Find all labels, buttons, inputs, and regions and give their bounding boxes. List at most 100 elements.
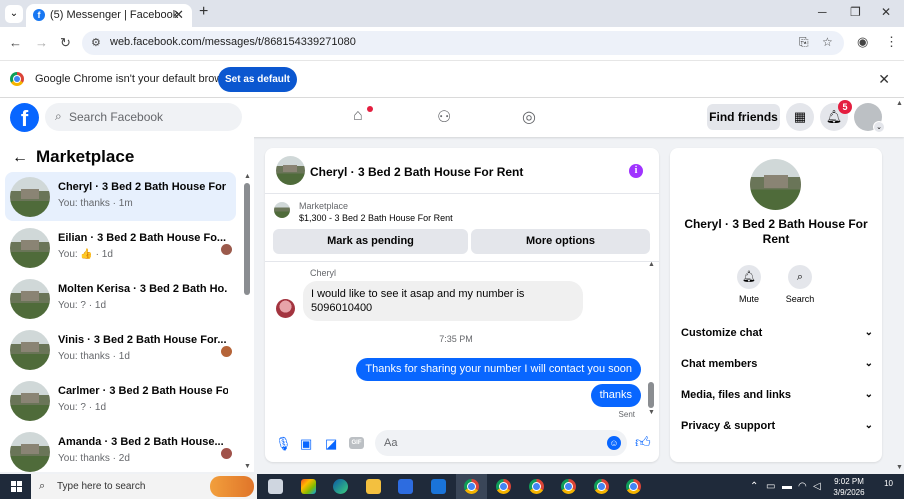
chrome-icon[interactable]	[594, 479, 609, 494]
scroll-up-arrow[interactable]: ▲	[648, 261, 655, 268]
mail-icon[interactable]	[431, 479, 446, 494]
conversation-panel: Cheryl · 3 Bed 2 Bath House For Rent i M…	[265, 148, 659, 462]
scroll-down-arrow[interactable]: ▼	[648, 409, 655, 416]
new-tab-button[interactable]: +	[199, 3, 208, 21]
chrome-icon[interactable]	[561, 479, 576, 494]
listing-thumbnail[interactable]	[276, 156, 305, 185]
volume-icon[interactable]: ◁	[813, 481, 821, 492]
reload-button[interactable]: ↻	[60, 35, 71, 51]
tray-app-icon[interactable]: ▭	[766, 481, 775, 492]
url-text[interactable]: web.facebook.com/messages/t/868154339271…	[110, 36, 356, 48]
gif-icon[interactable]: GIF	[349, 437, 364, 449]
infobar-close-icon[interactable]: ✕	[878, 71, 890, 88]
chat-item-vinis[interactable]: Vinis · 3 Bed 2 Bath House For... You: t…	[5, 325, 236, 374]
thumbs-up-icon[interactable]: 👍︎	[635, 434, 651, 452]
sender-avatar[interactable]	[276, 299, 295, 318]
chat-name: Vinis · 3 Bed 2 Bath House For...	[58, 334, 227, 346]
taskbar-clock[interactable]: 9:02 PM 3/9/2026	[826, 476, 872, 498]
windows-taskbar: ⌕ Type here to search ⌃ ▭ ▬ ◠ ◁ 9:02 PM …	[0, 474, 904, 499]
forward-button[interactable]: →	[35, 35, 48, 50]
media-files-links-row[interactable]: Media, files and links ⌄	[681, 389, 873, 409]
browser-toolbar: ← → ↻ ⚙ web.facebook.com/messages/t/8681…	[0, 27, 904, 60]
chrome-menu-icon[interactable]: ⋮	[885, 34, 898, 50]
thread-scrollbar[interactable]	[648, 382, 654, 408]
chat-item-carlmer[interactable]: Carlmer · 3 Bed 2 Bath House Fo... You: …	[5, 376, 236, 425]
account-avatar[interactable]: ⌄	[854, 103, 885, 133]
facebook-logo-icon[interactable]: f	[10, 103, 39, 132]
listing-price[interactable]: $1,300 - 3 Bed 2 Bath House For Rent	[299, 213, 453, 223]
chrome-icon[interactable]	[496, 479, 511, 494]
set-as-default-button[interactable]: Set as default	[218, 67, 297, 92]
search-icon: ⌕	[788, 265, 812, 289]
chat-name: Amanda · 3 Bed 2 Bath House...	[58, 436, 224, 448]
chat-item-molten-kerisa[interactable]: Molten Kerisa · 3 Bed 2 Bath Ho... You: …	[5, 274, 236, 323]
chat-item-eilian[interactable]: Eilian · 3 Bed 2 Bath House Fo... You: 👍…	[5, 223, 236, 272]
friends-icon[interactable]: ⚇	[437, 107, 451, 127]
chrome-icon[interactable]	[529, 479, 544, 494]
task-view-icon[interactable]	[268, 479, 283, 494]
address-bar[interactable]: ⚙ web.facebook.com/messages/t/8681543392…	[82, 31, 844, 55]
listing-label: Marketplace	[299, 201, 349, 211]
privacy-support-row[interactable]: Privacy & support ⌄	[681, 420, 873, 440]
windows-start-icon[interactable]	[11, 481, 22, 492]
chat-name: Cheryl · 3 Bed 2 Bath House For ...	[58, 181, 228, 193]
chat-members-row[interactable]: Chat members ⌄	[681, 358, 873, 378]
bookmark-star-icon[interactable]: ☆	[822, 35, 833, 49]
notification-center-button[interactable]: 10	[877, 479, 893, 493]
customize-chat-row[interactable]: Customize chat ⌄	[681, 327, 873, 347]
scroll-down-arrow[interactable]: ▼	[244, 463, 251, 470]
home-icon[interactable]: ⌂	[353, 107, 363, 125]
browser-tab-messenger[interactable]: f (5) Messenger | Facebook ✕	[26, 4, 192, 27]
find-friends-button[interactable]: Find friends	[707, 104, 780, 130]
listing-photo[interactable]	[750, 159, 801, 210]
minimize-button[interactable]: ─	[818, 5, 827, 19]
chat-list-scrollbar[interactable]	[244, 183, 250, 295]
wifi-icon[interactable]: ◠	[798, 481, 807, 492]
facebook-search-input[interactable]: ⌕ Search Facebook	[45, 103, 242, 131]
groups-icon[interactable]: ◎	[522, 107, 536, 127]
search-conversation-button[interactable]: ⌕ Search	[780, 265, 820, 304]
chat-item-cheryl[interactable]: Cheryl · 3 Bed 2 Bath House For ... You:…	[5, 172, 236, 221]
edge-icon[interactable]	[333, 479, 348, 494]
tab-title: (5) Messenger | Facebook	[50, 9, 179, 21]
mute-button[interactable]: 🔔︎ Mute	[729, 265, 769, 304]
sticker-icon[interactable]: ◪	[325, 436, 337, 452]
menu-grid-icon[interactable]: ▦	[786, 103, 814, 131]
search-highlight-image[interactable]	[210, 476, 254, 497]
info-icon[interactable]: i	[629, 164, 643, 178]
profile-icon[interactable]: ◉	[857, 34, 868, 50]
mark-as-pending-button[interactable]: Mark as pending	[273, 229, 468, 254]
chevron-down-icon: ⌄	[864, 389, 873, 400]
tab-close-icon[interactable]: ✕	[173, 7, 184, 23]
install-app-icon[interactable]: ⎘	[799, 35, 809, 50]
photo-icon[interactable]: ▣	[300, 436, 312, 452]
chrome-icon[interactable]	[626, 479, 641, 494]
microphone-icon[interactable]: 🎙︎	[275, 436, 292, 452]
conversation-title[interactable]: Cheryl · 3 Bed 2 Bath House For Rent	[310, 165, 523, 179]
show-hidden-icons[interactable]: ⌃	[750, 481, 758, 492]
battery-icon[interactable]: ▬	[782, 481, 792, 492]
page-scroll-up-arrow[interactable]: ▲	[896, 100, 903, 107]
seen-avatar	[221, 244, 232, 255]
message-input[interactable]: Aa ☺	[375, 430, 627, 456]
site-info-icon[interactable]: ⚙	[91, 36, 101, 49]
section-label: Media, files and links	[681, 389, 792, 401]
back-button[interactable]: ←	[9, 35, 22, 50]
store-icon[interactable]	[398, 479, 413, 494]
page-scroll-down-arrow[interactable]: ▼	[896, 464, 903, 471]
facebook-favicon-icon: f	[33, 9, 45, 21]
copilot-icon[interactable]	[301, 479, 316, 494]
window-close-button[interactable]: ✕	[881, 5, 891, 19]
chat-name: Eilian · 3 Bed 2 Bath House Fo...	[58, 232, 227, 244]
search-icon: ⌕	[39, 480, 46, 492]
back-arrow-icon[interactable]: ←	[12, 149, 28, 166]
emoji-icon[interactable]: ☺	[607, 436, 621, 450]
scroll-up-arrow[interactable]: ▲	[244, 173, 251, 180]
tab-search-button[interactable]: ⌄	[5, 5, 23, 23]
restore-button[interactable]: ❐	[850, 5, 861, 19]
chat-item-amanda[interactable]: Amanda · 3 Bed 2 Bath House... You: than…	[5, 427, 236, 476]
chrome-icon[interactable]	[464, 479, 479, 494]
file-explorer-icon[interactable]	[366, 479, 381, 494]
more-options-button[interactable]: More options	[471, 229, 650, 254]
section-label: Privacy & support	[681, 420, 776, 432]
